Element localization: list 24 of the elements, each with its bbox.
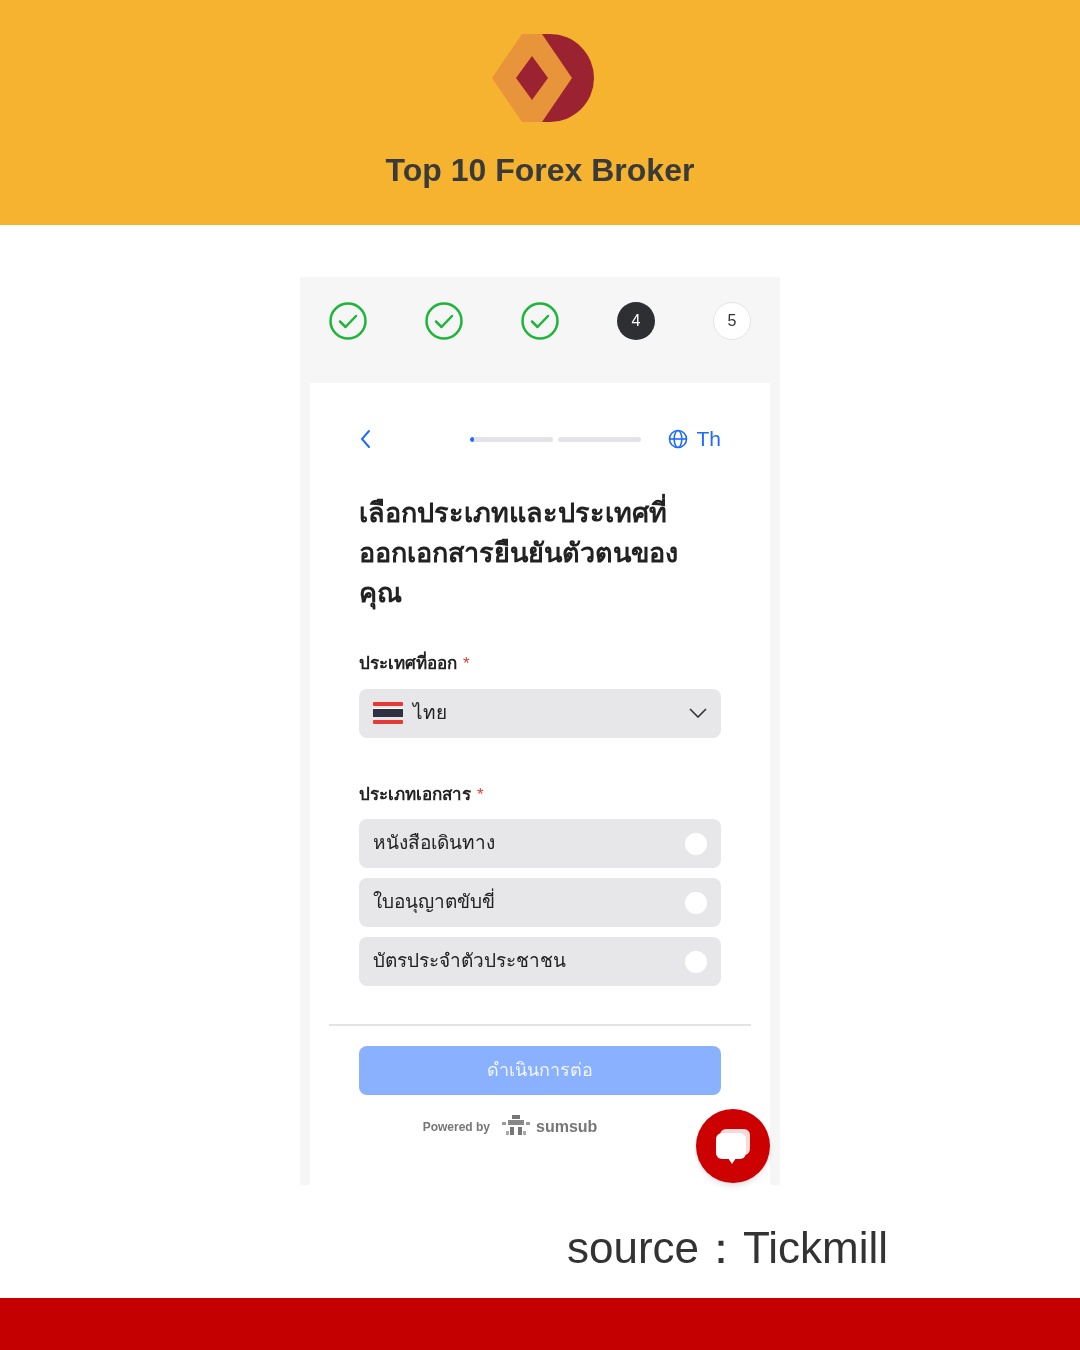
flag-icon <box>373 702 403 724</box>
radio-button[interactable] <box>685 891 707 914</box>
banner-title: Top 10 Forex Broker <box>385 151 695 190</box>
country-select[interactable]: ไทย <box>359 688 721 738</box>
field-label: ประเภทเอกสาร <box>359 783 471 806</box>
chevron-left-icon <box>359 429 373 449</box>
page-heading: เลือกประเภทและประเทศที่ออกเอกสารยืนยันตัวตนของคุณ <box>359 493 699 613</box>
required-asterisk: * <box>477 783 484 806</box>
document-option[interactable]: บัตรประจำตัวประชาชน <box>359 937 721 986</box>
radio-button[interactable] <box>685 950 707 973</box>
step-number: 5 <box>713 302 751 340</box>
field-label: ประเทศที่ออก <box>359 651 457 677</box>
document-option[interactable]: ใบอนุญาตขับขี่ <box>359 878 721 927</box>
source-caption: source：Tickmill <box>566 1222 888 1274</box>
powered-by-text: Powered by <box>422 1119 490 1136</box>
required-asterisk: * <box>463 653 470 675</box>
step-number: 4 <box>617 302 655 340</box>
document-option[interactable]: หนังสือเดินทาง <box>359 819 721 868</box>
globe-icon <box>668 429 689 449</box>
language-button[interactable]: Th <box>668 423 721 455</box>
brand-name: sumsub <box>536 1117 598 1137</box>
radio-button[interactable] <box>685 832 707 855</box>
chevron-down-icon <box>689 708 707 718</box>
chat-icon <box>714 1127 752 1165</box>
